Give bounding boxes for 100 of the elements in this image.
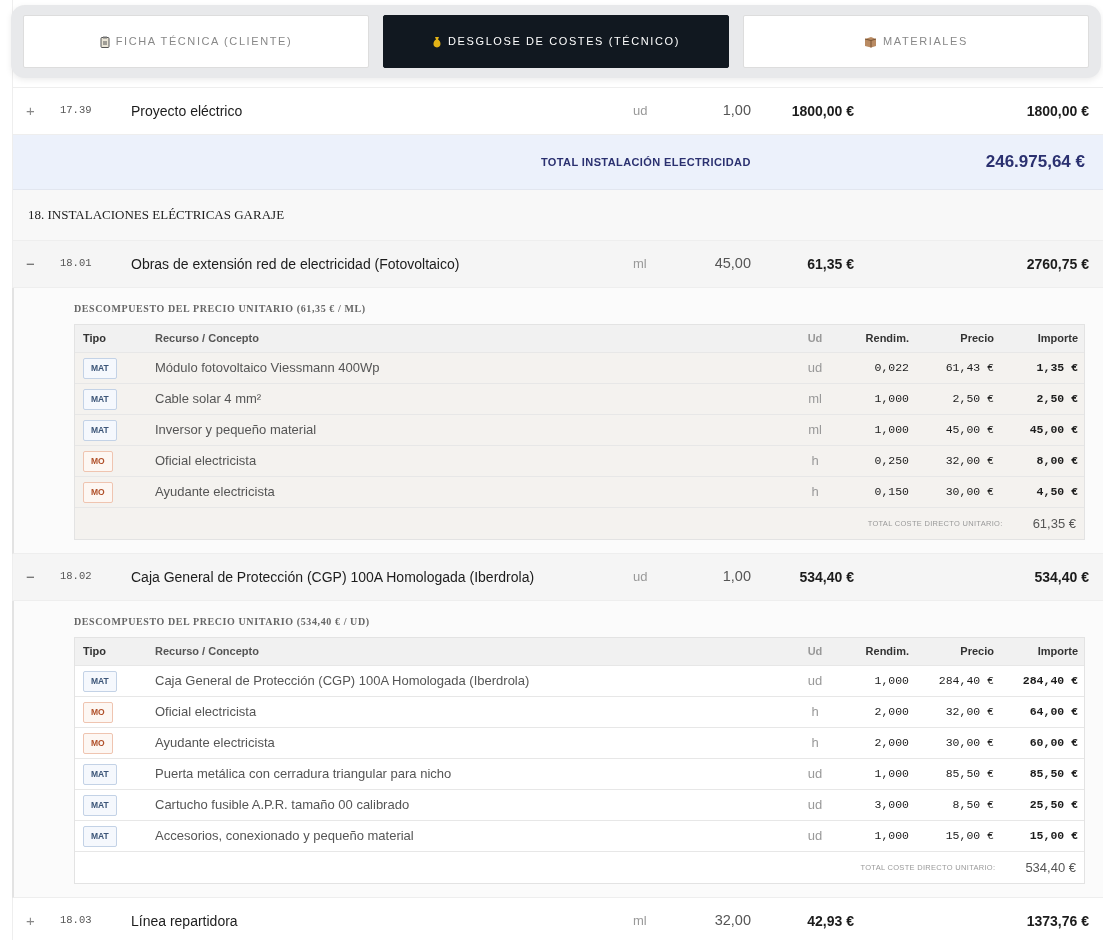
resource-price: 32,00 € <box>945 454 994 468</box>
resource-price: 32,00 € <box>945 705 994 719</box>
resource-concept: Ayudante electricista <box>155 735 275 751</box>
resource-yield: 1,000 <box>874 767 909 781</box>
resource-amount: 60,00 € <box>1029 736 1078 750</box>
money-bag-icon <box>432 35 443 48</box>
tab[interactable]: MATERIALES <box>743 15 1089 68</box>
resource-amount: 64,00 € <box>1029 705 1078 719</box>
resource-unit: ud <box>807 766 823 782</box>
resource-price: 8,50 € <box>952 798 994 812</box>
resource-yield: 2,000 <box>874 705 909 719</box>
breakdown-title: DESCOMPUESTO DEL PRECIO UNITARIO (534,40 € / UD) <box>74 615 371 629</box>
column-header: Precio <box>960 645 994 658</box>
item-quantity: 45,00 <box>714 255 751 272</box>
resource-yield: 1,000 <box>874 423 909 437</box>
item-code: 18.01 <box>60 257 92 270</box>
item-quantity: 32,00 <box>714 912 751 929</box>
resource-unit: ud <box>807 673 823 689</box>
item-description: Línea repartidora <box>131 912 238 929</box>
type-tag: MAT <box>83 795 117 816</box>
item-code: 18.02 <box>60 570 92 583</box>
resource-unit: h <box>811 453 819 469</box>
tab[interactable]: FICHA TÉCNICA (CLIENTE) <box>23 15 369 68</box>
item-description: Obras de extensión red de electricidad (Fotovoltaico) <box>131 255 460 272</box>
type-tag: MAT <box>83 420 117 441</box>
resource-yield: 2,000 <box>874 736 909 750</box>
total-label: TOTAL INSTALACIÓN ELECTRICIDAD <box>540 154 751 170</box>
resource-concept: Cartucho fusible A.P.R. tamaño 00 calibrado <box>155 797 410 813</box>
item-amount: 534,40 € <box>1034 568 1089 585</box>
expand-toggle[interactable]: − <box>26 567 35 585</box>
item-description: Caja General de Protección (CGP) 100A Homologada (Iberdrola) <box>131 568 535 585</box>
item-unit-price: 1800,00 € <box>791 102 854 119</box>
resource-price: 284,40 € <box>938 674 994 688</box>
item-code: 18.03 <box>60 914 92 927</box>
total-direct-cost-value: 61,35 € <box>1032 514 1077 533</box>
resource-concept: Ayudante electricista <box>155 484 275 500</box>
type-tag: MAT <box>83 358 117 379</box>
chapter-heading: 18. INSTALACIONES ELÉCTRICAS GARAJE <box>28 206 285 225</box>
resource-yield: 1,000 <box>874 392 909 406</box>
type-tag: MO <box>83 451 113 472</box>
item-description: Proyecto eléctrico <box>131 102 243 119</box>
item-unit-price: 534,40 € <box>799 568 854 585</box>
item-amount: 2760,75 € <box>1026 255 1089 272</box>
resource-concept: Inversor y pequeño material <box>155 422 317 438</box>
resource-unit: h <box>811 704 819 720</box>
item-unit: ud <box>633 569 648 585</box>
resource-amount: 1,35 € <box>1036 361 1078 375</box>
resource-yield: 0,022 <box>874 361 909 375</box>
item-unit-price: 61,35 € <box>807 255 854 272</box>
resource-concept: Puerta metálica con cerradura triangular para nicho <box>155 766 452 782</box>
expand-toggle[interactable]: + <box>26 911 35 929</box>
resource-concept: Accesorios, conexionado y pequeño material <box>155 828 414 844</box>
resource-concept: Oficial electricista <box>155 704 257 720</box>
resource-amount: 284,40 € <box>1022 674 1078 688</box>
resource-yield: 0,150 <box>874 485 909 499</box>
resource-price: 30,00 € <box>945 736 994 750</box>
resource-price: 2,50 € <box>952 392 994 406</box>
item-code: 17.39 <box>60 104 92 117</box>
item-amount: 1800,00 € <box>1026 102 1089 119</box>
type-tag: MO <box>83 733 113 754</box>
item-quantity: 1,00 <box>722 568 751 585</box>
resource-amount: 4,50 € <box>1036 485 1078 499</box>
column-header: Recurso / Concepto <box>155 645 259 658</box>
resource-price: 61,43 € <box>945 361 994 375</box>
column-header: Rendim. <box>865 645 909 658</box>
resource-amount: 25,50 € <box>1029 798 1078 812</box>
expand-toggle[interactable]: + <box>26 101 35 119</box>
resource-concept: Caja General de Protección (CGP) 100A Homologada (Iberdrola) <box>155 673 530 689</box>
resource-amount: 8,00 € <box>1036 454 1078 468</box>
column-header: Ud <box>807 645 823 658</box>
tab[interactable]: DESGLOSE DE COSTES (TÉCNICO) <box>383 15 729 68</box>
resource-concept: Oficial electricista <box>155 453 257 469</box>
resource-price: 30,00 € <box>945 485 994 499</box>
resource-unit: h <box>811 484 819 500</box>
type-tag: MAT <box>83 389 117 410</box>
resource-unit: ud <box>807 360 823 376</box>
type-tag: MO <box>83 482 113 503</box>
type-tag: MAT <box>83 671 117 692</box>
column-header: Ud <box>807 332 823 345</box>
resource-price: 85,50 € <box>945 767 994 781</box>
resource-amount: 2,50 € <box>1036 392 1078 406</box>
resource-yield: 3,000 <box>874 798 909 812</box>
type-tag: MAT <box>83 826 117 847</box>
item-unit: ml <box>633 913 647 929</box>
item-unit-price: 42,93 € <box>807 912 854 929</box>
item-amount: 1373,76 € <box>1026 912 1089 929</box>
expand-toggle[interactable]: − <box>26 254 35 272</box>
resource-unit: ud <box>807 797 823 813</box>
resource-unit: ud <box>807 828 823 844</box>
total-value: 246.975,64 € <box>985 151 1086 174</box>
clipboard-icon <box>99 35 110 48</box>
column-header: Rendim. <box>865 332 909 345</box>
resource-concept: Cable solar 4 mm² <box>155 391 262 407</box>
column-header: Tipo <box>83 332 106 345</box>
box-icon <box>864 35 878 48</box>
resource-yield: 1,000 <box>874 829 909 843</box>
type-tag: MO <box>83 702 113 723</box>
resource-amount: 15,00 € <box>1029 829 1078 843</box>
item-quantity: 1,00 <box>722 102 751 119</box>
resource-concept: Módulo fotovoltaico Viessmann 400Wp <box>155 360 380 376</box>
